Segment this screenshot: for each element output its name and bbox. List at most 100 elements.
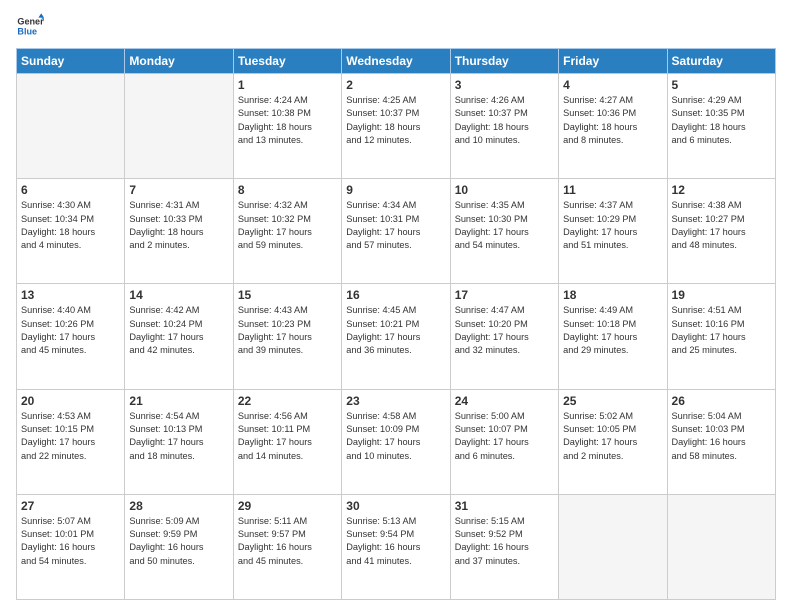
day-detail: Sunrise: 4:29 AM Sunset: 10:35 PM Daylig… bbox=[672, 94, 771, 147]
day-detail: Sunrise: 4:53 AM Sunset: 10:15 PM Daylig… bbox=[21, 410, 120, 463]
day-detail: Sunrise: 4:56 AM Sunset: 10:11 PM Daylig… bbox=[238, 410, 337, 463]
day-number: 19 bbox=[672, 288, 771, 302]
day-detail: Sunrise: 4:25 AM Sunset: 10:37 PM Daylig… bbox=[346, 94, 445, 147]
calendar-cell: 15 Sunrise: 4:43 AM Sunset: 10:23 PM Dayl… bbox=[233, 284, 341, 389]
day-detail: Sunrise: 4:34 AM Sunset: 10:31 PM Daylig… bbox=[346, 199, 445, 252]
calendar-cell: 4Sunrise: 4:27 AM Sunset: 10:36 PM Dayli… bbox=[559, 74, 667, 179]
day-number: 9 bbox=[346, 183, 445, 197]
calendar-cell: 10 Sunrise: 4:35 AM Sunset: 10:30 PM Dayl… bbox=[450, 179, 558, 284]
day-number: 23 bbox=[346, 394, 445, 408]
calendar-header-tuesday: Tuesday bbox=[233, 49, 341, 74]
day-detail: Sunrise: 5:09 AM Sunset: 9:59 PM Dayligh… bbox=[129, 515, 228, 568]
day-number: 10 bbox=[455, 183, 554, 197]
calendar-week-4: 20 Sunrise: 4:53 AM Sunset: 10:15 PM Dayl… bbox=[17, 389, 776, 494]
day-detail: Sunrise: 5:07 AM Sunset: 10:01 PM Daylig… bbox=[21, 515, 120, 568]
day-detail: Sunrise: 4:40 AM Sunset: 10:26 PM Daylig… bbox=[21, 304, 120, 357]
calendar-cell: 17 Sunrise: 4:47 AM Sunset: 10:20 PM Dayl… bbox=[450, 284, 558, 389]
calendar-week-5: 27 Sunrise: 5:07 AM Sunset: 10:01 PM Dayl… bbox=[17, 494, 776, 599]
calendar-cell: 20 Sunrise: 4:53 AM Sunset: 10:15 PM Dayl… bbox=[17, 389, 125, 494]
calendar-cell: 12 Sunrise: 4:38 AM Sunset: 10:27 PM Dayl… bbox=[667, 179, 775, 284]
day-number: 17 bbox=[455, 288, 554, 302]
calendar-table: SundayMondayTuesdayWednesdayThursdayFrid… bbox=[16, 48, 776, 600]
day-number: 30 bbox=[346, 499, 445, 513]
calendar-cell: 24 Sunrise: 5:00 AM Sunset: 10:07 PM Dayl… bbox=[450, 389, 558, 494]
calendar-cell: 16 Sunrise: 4:45 AM Sunset: 10:21 PM Dayl… bbox=[342, 284, 450, 389]
calendar-cell bbox=[17, 74, 125, 179]
day-detail: Sunrise: 5:15 AM Sunset: 9:52 PM Dayligh… bbox=[455, 515, 554, 568]
calendar-header-thursday: Thursday bbox=[450, 49, 558, 74]
day-detail: Sunrise: 4:30 AM Sunset: 10:34 PM Daylig… bbox=[21, 199, 120, 252]
calendar-cell: 1 Sunrise: 4:24 AM Sunset: 10:38 PM Dayli… bbox=[233, 74, 341, 179]
day-number: 27 bbox=[21, 499, 120, 513]
day-number: 6 bbox=[21, 183, 120, 197]
calendar-cell: 18 Sunrise: 4:49 AM Sunset: 10:18 PM Dayl… bbox=[559, 284, 667, 389]
calendar-cell: 26Sunrise: 5:04 AM Sunset: 10:03 PM Dayl… bbox=[667, 389, 775, 494]
day-detail: Sunrise: 4:32 AM Sunset: 10:32 PM Daylig… bbox=[238, 199, 337, 252]
calendar-cell bbox=[667, 494, 775, 599]
day-detail: Sunrise: 4:45 AM Sunset: 10:21 PM Daylig… bbox=[346, 304, 445, 357]
day-number: 25 bbox=[563, 394, 662, 408]
calendar-cell: 9 Sunrise: 4:34 AM Sunset: 10:31 PM Dayli… bbox=[342, 179, 450, 284]
calendar-cell: 25 Sunrise: 5:02 AM Sunset: 10:05 PM Dayl… bbox=[559, 389, 667, 494]
page-header: General Blue bbox=[16, 12, 776, 40]
calendar-cell: 19 Sunrise: 4:51 AM Sunset: 10:16 PM Dayl… bbox=[667, 284, 775, 389]
day-number: 3 bbox=[455, 78, 554, 92]
day-detail: Sunrise: 4:38 AM Sunset: 10:27 PM Daylig… bbox=[672, 199, 771, 252]
calendar-cell: 2 Sunrise: 4:25 AM Sunset: 10:37 PM Dayli… bbox=[342, 74, 450, 179]
day-number: 16 bbox=[346, 288, 445, 302]
day-detail: Sunrise: 5:13 AM Sunset: 9:54 PM Dayligh… bbox=[346, 515, 445, 568]
day-number: 28 bbox=[129, 499, 228, 513]
calendar-cell: 31 Sunrise: 5:15 AM Sunset: 9:52 PM Dayli… bbox=[450, 494, 558, 599]
day-detail: Sunrise: 4:31 AM Sunset: 10:33 PM Daylig… bbox=[129, 199, 228, 252]
calendar-cell: 7 Sunrise: 4:31 AM Sunset: 10:33 PM Dayli… bbox=[125, 179, 233, 284]
calendar-header-sunday: Sunday bbox=[17, 49, 125, 74]
day-number: 7 bbox=[129, 183, 228, 197]
calendar-cell: 29Sunrise: 5:11 AM Sunset: 9:57 PM Dayli… bbox=[233, 494, 341, 599]
day-number: 14 bbox=[129, 288, 228, 302]
calendar-cell: 28 Sunrise: 5:09 AM Sunset: 9:59 PM Dayli… bbox=[125, 494, 233, 599]
calendar-week-3: 13Sunrise: 4:40 AM Sunset: 10:26 PM Dayl… bbox=[17, 284, 776, 389]
day-detail: Sunrise: 4:51 AM Sunset: 10:16 PM Daylig… bbox=[672, 304, 771, 357]
day-number: 15 bbox=[238, 288, 337, 302]
day-detail: Sunrise: 5:11 AM Sunset: 9:57 PM Dayligh… bbox=[238, 515, 337, 568]
calendar-cell: 14 Sunrise: 4:42 AM Sunset: 10:24 PM Dayl… bbox=[125, 284, 233, 389]
day-detail: Sunrise: 4:54 AM Sunset: 10:13 PM Daylig… bbox=[129, 410, 228, 463]
day-detail: Sunrise: 4:35 AM Sunset: 10:30 PM Daylig… bbox=[455, 199, 554, 252]
day-detail: Sunrise: 4:26 AM Sunset: 10:37 PM Daylig… bbox=[455, 94, 554, 147]
day-detail: Sunrise: 4:43 AM Sunset: 10:23 PM Daylig… bbox=[238, 304, 337, 357]
day-detail: Sunrise: 5:00 AM Sunset: 10:07 PM Daylig… bbox=[455, 410, 554, 463]
day-number: 18 bbox=[563, 288, 662, 302]
day-number: 31 bbox=[455, 499, 554, 513]
day-number: 2 bbox=[346, 78, 445, 92]
calendar-header-monday: Monday bbox=[125, 49, 233, 74]
day-detail: Sunrise: 4:37 AM Sunset: 10:29 PM Daylig… bbox=[563, 199, 662, 252]
day-detail: Sunrise: 4:58 AM Sunset: 10:09 PM Daylig… bbox=[346, 410, 445, 463]
day-detail: Sunrise: 5:02 AM Sunset: 10:05 PM Daylig… bbox=[563, 410, 662, 463]
day-number: 1 bbox=[238, 78, 337, 92]
calendar-header-wednesday: Wednesday bbox=[342, 49, 450, 74]
calendar-week-2: 6 Sunrise: 4:30 AM Sunset: 10:34 PM Dayli… bbox=[17, 179, 776, 284]
logo: General Blue bbox=[16, 12, 44, 40]
logo-icon: General Blue bbox=[16, 12, 44, 40]
day-number: 21 bbox=[129, 394, 228, 408]
day-detail: Sunrise: 4:47 AM Sunset: 10:20 PM Daylig… bbox=[455, 304, 554, 357]
svg-text:General: General bbox=[17, 17, 44, 27]
day-detail: Sunrise: 5:04 AM Sunset: 10:03 PM Daylig… bbox=[672, 410, 771, 463]
calendar-header-friday: Friday bbox=[559, 49, 667, 74]
calendar-cell bbox=[125, 74, 233, 179]
calendar-week-1: 1 Sunrise: 4:24 AM Sunset: 10:38 PM Dayli… bbox=[17, 74, 776, 179]
day-detail: Sunrise: 4:27 AM Sunset: 10:36 PM Daylig… bbox=[563, 94, 662, 147]
day-detail: Sunrise: 4:24 AM Sunset: 10:38 PM Daylig… bbox=[238, 94, 337, 147]
day-number: 24 bbox=[455, 394, 554, 408]
day-detail: Sunrise: 4:49 AM Sunset: 10:18 PM Daylig… bbox=[563, 304, 662, 357]
calendar-header-saturday: Saturday bbox=[667, 49, 775, 74]
calendar-header-row: SundayMondayTuesdayWednesdayThursdayFrid… bbox=[17, 49, 776, 74]
day-number: 20 bbox=[21, 394, 120, 408]
day-number: 12 bbox=[672, 183, 771, 197]
calendar-cell: 3 Sunrise: 4:26 AM Sunset: 10:37 PM Dayli… bbox=[450, 74, 558, 179]
calendar-cell: 27 Sunrise: 5:07 AM Sunset: 10:01 PM Dayl… bbox=[17, 494, 125, 599]
calendar-body: 1 Sunrise: 4:24 AM Sunset: 10:38 PM Dayli… bbox=[17, 74, 776, 600]
day-detail: Sunrise: 4:42 AM Sunset: 10:24 PM Daylig… bbox=[129, 304, 228, 357]
calendar-cell: 21 Sunrise: 4:54 AM Sunset: 10:13 PM Dayl… bbox=[125, 389, 233, 494]
svg-text:Blue: Blue bbox=[17, 26, 37, 36]
